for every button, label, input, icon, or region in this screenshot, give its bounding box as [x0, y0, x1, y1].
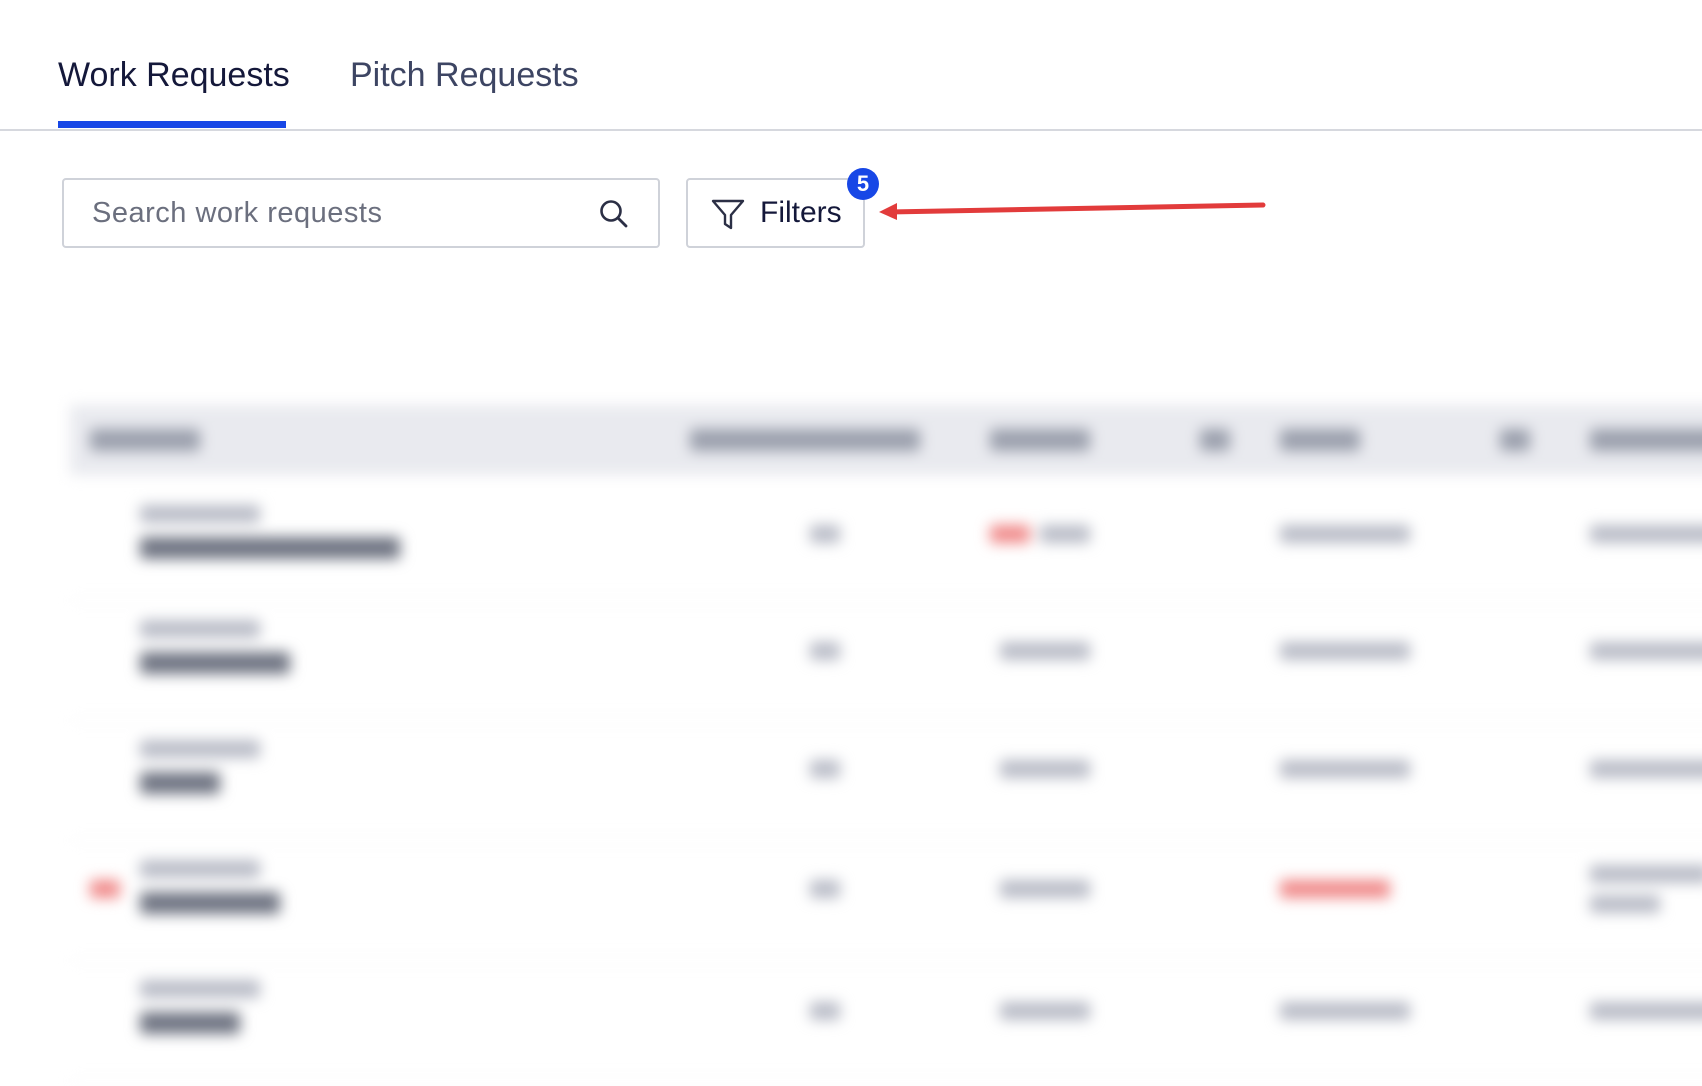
cell-placeholder [1590, 865, 1702, 883]
cell-placeholder [140, 772, 220, 794]
tab-bar: Work Requests Pitch Requests [0, 0, 1702, 131]
cell-placeholder [140, 892, 280, 914]
cell-placeholder [140, 980, 260, 998]
header-placeholder [1500, 429, 1530, 451]
cell-placeholder [1590, 895, 1660, 913]
cell-placeholder [140, 860, 260, 878]
cell-placeholder [140, 620, 260, 638]
cell-placeholder [810, 880, 840, 898]
cell-placeholder [140, 537, 400, 559]
filters-label: Filters [760, 196, 842, 229]
cell-placeholder [1000, 642, 1090, 660]
table-row [70, 600, 1702, 721]
table-row [70, 960, 1702, 1081]
filter-icon [710, 198, 746, 232]
cell-placeholder [1590, 525, 1702, 543]
header-placeholder [690, 429, 920, 451]
cell-placeholder [140, 652, 290, 674]
cell-placeholder [1280, 1002, 1410, 1020]
header-placeholder [1200, 429, 1230, 451]
cell-placeholder [1000, 1002, 1090, 1020]
search-input[interactable] [92, 180, 572, 246]
header-placeholder [990, 429, 1090, 451]
cell-placeholder [1590, 1002, 1702, 1020]
cell-placeholder [810, 760, 840, 778]
cell-placeholder [90, 880, 120, 898]
cell-placeholder [140, 1012, 240, 1034]
cell-placeholder [1280, 642, 1410, 660]
header-placeholder [90, 429, 200, 451]
cell-placeholder [1280, 880, 1390, 898]
page: Work Requests Pitch Requests Filters 5 [0, 0, 1702, 1086]
active-tab-indicator [58, 121, 286, 128]
cell-placeholder [1590, 642, 1702, 660]
filters-button[interactable]: Filters [686, 178, 865, 248]
blurred-table [60, 395, 1702, 1086]
header-placeholder [1280, 429, 1360, 451]
tab-work-requests[interactable]: Work Requests [58, 56, 290, 95]
table-row [70, 480, 1702, 601]
cell-placeholder [140, 740, 260, 758]
table-row [70, 720, 1702, 841]
cell-placeholder [810, 525, 840, 543]
cell-placeholder [810, 642, 840, 660]
cell-placeholder [810, 1002, 840, 1020]
cell-placeholder [1000, 760, 1090, 778]
header-placeholder [1590, 429, 1702, 451]
cell-placeholder [1000, 880, 1090, 898]
cell-placeholder [1280, 760, 1410, 778]
cell-placeholder [1280, 525, 1410, 543]
cell-placeholder [1040, 525, 1090, 543]
cell-placeholder [1590, 760, 1702, 778]
table-row [70, 840, 1702, 961]
cell-placeholder [140, 505, 260, 523]
search-icon[interactable] [598, 198, 630, 230]
red-arrow-annotation [875, 190, 1270, 220]
search-box[interactable] [62, 178, 660, 248]
tab-pitch-requests[interactable]: Pitch Requests [350, 56, 579, 95]
table-header [70, 405, 1702, 475]
cell-placeholder [990, 525, 1030, 543]
